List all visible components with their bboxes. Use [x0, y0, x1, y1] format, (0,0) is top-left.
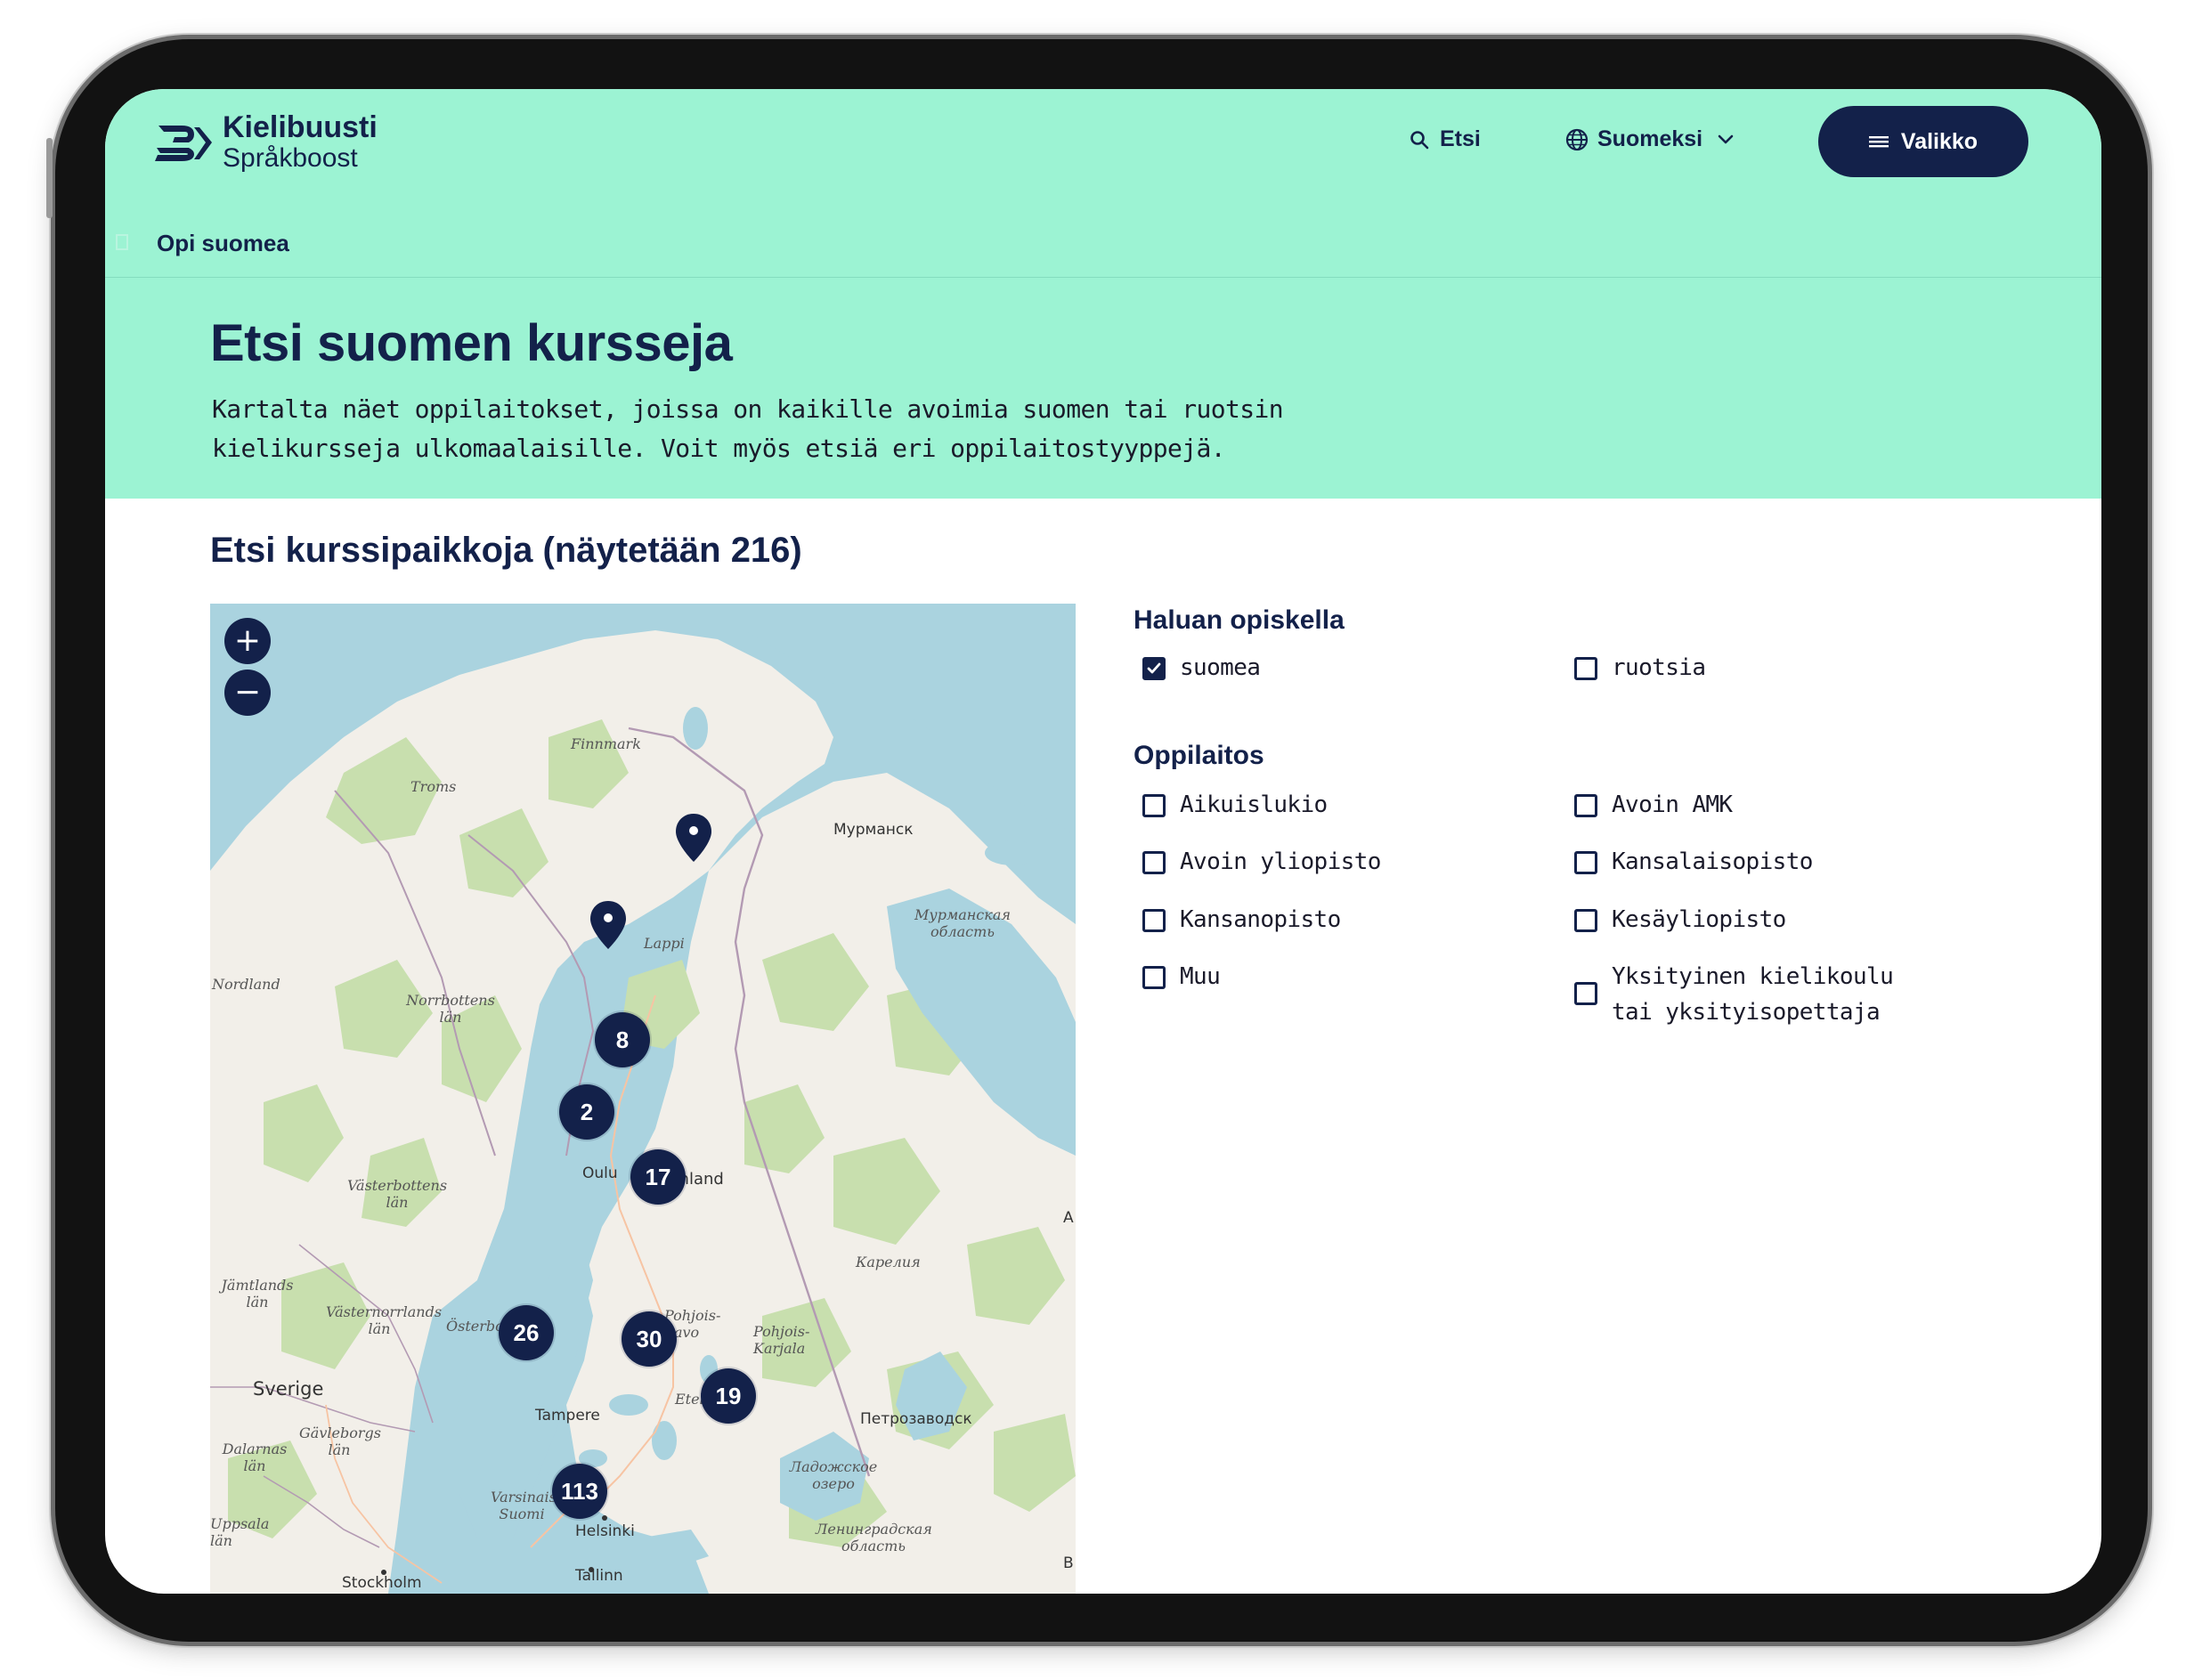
checkbox-yksityinen-kielikoulu[interactable]: Yksityinen kielikoulu tai yksityisopetta…	[1574, 959, 1941, 1030]
map-label: Österbo	[446, 1318, 504, 1335]
menu-label: Valikko	[1900, 128, 1979, 154]
map-label: Gävleborgs län	[299, 1424, 381, 1458]
map-label: Varsinais-Suomi	[491, 1489, 562, 1522]
tablet-side-button	[46, 138, 53, 218]
checkbox-box[interactable]	[1142, 794, 1166, 817]
map-label: B	[1063, 1554, 1074, 1572]
checkbox-box[interactable]	[1574, 657, 1597, 680]
option-label: Muu	[1180, 963, 1221, 990]
map-label: Sverige	[253, 1378, 324, 1400]
map-cluster[interactable]: 26	[499, 1305, 554, 1360]
checkbox-avoin-yliopisto[interactable]: Avoin yliopisto	[1142, 844, 1509, 880]
option-label: Yksityinen kielikoulu tai yksityisopetta…	[1612, 963, 1894, 1026]
section-title: Etsi kurssipaikkoja (näytetään 216)	[210, 531, 802, 570]
map-label: Tampere	[535, 1407, 600, 1424]
map-cluster[interactable]: 8	[595, 1012, 650, 1067]
brand-name: Kielibuusti	[223, 110, 378, 144]
globe-icon	[1565, 128, 1589, 150]
checkbox-suomea[interactable]: suomea	[1142, 650, 1509, 686]
map-label: Карелия	[856, 1254, 921, 1270]
top-navigation: Kielibuusti Språkboost Etsi Suomeksi Val…	[105, 89, 2101, 187]
map-cluster[interactable]: 19	[701, 1368, 756, 1424]
map-label: Stockholm	[342, 1574, 422, 1592]
checkbox-kansalaisopisto[interactable]: Kansalaisopisto	[1574, 844, 1941, 880]
checkbox-box[interactable]	[1574, 851, 1597, 874]
map-cluster[interactable]: 17	[630, 1149, 686, 1205]
breadcrumb[interactable]: Opi suomea	[157, 230, 289, 257]
checkbox-kesayliopisto[interactable]: Kesäyliopisto	[1574, 902, 1941, 937]
hamburger-icon	[1868, 136, 1889, 148]
checkbox-box[interactable]	[1142, 909, 1166, 932]
menu-button[interactable]: Valikko	[1818, 106, 2028, 177]
option-label: ruotsia	[1612, 654, 1706, 681]
map-label: Dalarnas län	[222, 1441, 288, 1474]
checkbox-box[interactable]	[1142, 657, 1166, 680]
checkbox-muu[interactable]: Muu	[1142, 959, 1509, 994]
brand-subname: Språkboost	[223, 142, 358, 173]
tablet-screen: Kielibuusti Språkboost Etsi Suomeksi Val…	[105, 89, 2101, 1594]
option-label: Kesäyliopisto	[1612, 906, 1786, 933]
zoom-out-button[interactable]: −	[224, 670, 271, 716]
map-cluster[interactable]: 2	[559, 1084, 614, 1140]
map-label: Lappi	[644, 935, 685, 952]
checkbox-box[interactable]	[1574, 794, 1597, 817]
location-pin-icon[interactable]	[673, 812, 714, 864]
map-label: Pohjois-Karjala	[753, 1323, 810, 1357]
checkbox-box[interactable]	[1142, 851, 1166, 874]
checkbox-avoin-amk[interactable]: Avoin AMK	[1574, 787, 1941, 823]
page-title: Etsi suomen kursseja	[210, 314, 733, 372]
option-label: Avoin AMK	[1612, 791, 1733, 818]
option-label: suomea	[1180, 654, 1261, 681]
map-label: Nordland	[212, 976, 280, 993]
checkmark-icon	[1147, 662, 1161, 674]
course-map[interactable]: + − Finnmark Troms Мурманск Мурманская о…	[210, 604, 1076, 1594]
option-label: Kansalaisopisto	[1612, 848, 1813, 875]
intro-text: Kartalta näet oppilaitokset, joissa on k…	[212, 394, 1284, 463]
chevron-down-icon	[1718, 134, 1734, 143]
map-label: Finnmark	[571, 735, 641, 752]
header-divider	[105, 277, 2101, 278]
search-label: Etsi	[1440, 126, 1481, 151]
logo-text: Kielibuusti Språkboost	[223, 110, 378, 173]
map-label: Norrbottens län	[406, 992, 495, 1026]
option-label: Aikuislukio	[1180, 791, 1328, 818]
option-label: Kansanopisto	[1180, 906, 1341, 933]
map-cluster[interactable]: 30	[622, 1311, 677, 1367]
site-logo[interactable]: Kielibuusti Språkboost	[155, 110, 378, 173]
map-label: Troms	[410, 778, 457, 795]
map-label: Ленинградская область	[816, 1521, 932, 1554]
map-cluster[interactable]: 113	[552, 1464, 607, 1519]
search-icon	[1410, 130, 1429, 149]
language-filter-title: Haluan opiskella	[1134, 605, 1345, 635]
institution-filter-title: Oppilaitos	[1134, 741, 1264, 770]
checkbox-kansanopisto[interactable]: Kansanopisto	[1142, 902, 1509, 937]
checkbox-aikuislukio[interactable]: Aikuislukio	[1142, 787, 1509, 823]
page-header: Kielibuusti Språkboost Etsi Suomeksi Val…	[105, 89, 2101, 499]
map-label: Helsinki	[575, 1522, 635, 1540]
language-selector[interactable]: Suomeksi	[1565, 126, 1735, 152]
map-label: Västerbottens län	[346, 1177, 448, 1211]
logo-mark-icon	[155, 125, 212, 161]
checkbox-box[interactable]	[1574, 909, 1597, 932]
map-label: Ладожское озеро	[789, 1458, 878, 1492]
map-label: Tallinn	[575, 1567, 623, 1585]
map-label: A	[1063, 1209, 1074, 1227]
map-label: Мурманск	[833, 821, 914, 839]
checkbox-ruotsia[interactable]: ruotsia	[1574, 650, 1941, 686]
option-label: Avoin yliopisto	[1180, 848, 1381, 875]
map-label: Oulu	[582, 1165, 618, 1182]
sidebar-toggle-icon[interactable]	[116, 234, 128, 250]
language-label: Suomeksi	[1597, 126, 1703, 151]
map-label: Uppsala län	[210, 1515, 270, 1549]
location-pin-icon[interactable]	[588, 899, 629, 951]
checkbox-box[interactable]	[1574, 982, 1597, 1005]
map-label: Västernorrlands län	[326, 1303, 443, 1337]
map-label: Мурманская область	[914, 906, 1011, 940]
search-link[interactable]: Etsi	[1410, 126, 1481, 152]
checkbox-box[interactable]	[1142, 966, 1166, 989]
map-label: Jämtlands län	[221, 1277, 294, 1311]
zoom-in-button[interactable]: +	[224, 618, 271, 664]
map-label: Петрозаводск	[860, 1410, 972, 1428]
